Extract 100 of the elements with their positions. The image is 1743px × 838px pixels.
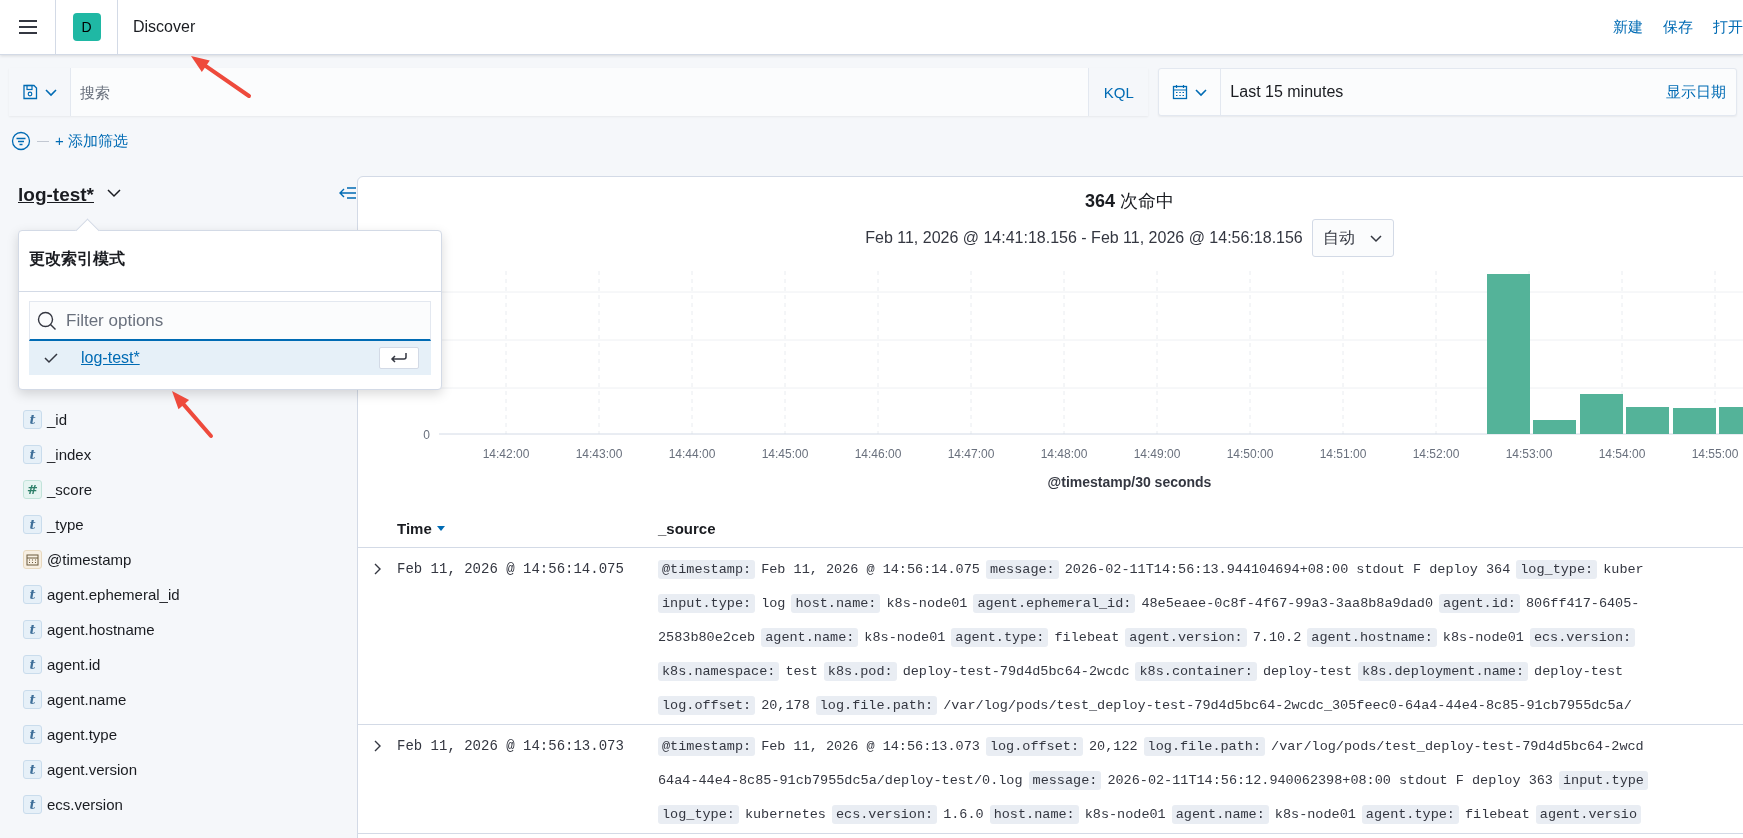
field-name[interactable]: @timestamp xyxy=(47,551,132,568)
field-value: k8s-node01 xyxy=(1084,806,1166,822)
field-name: agent.name: xyxy=(761,627,859,647)
field-type-icon: t xyxy=(23,725,42,744)
field-name: message: xyxy=(985,559,1059,579)
field-name: @timestamp: xyxy=(658,736,756,756)
field-name[interactable]: agent.type xyxy=(47,726,118,743)
time-range-value[interactable]: Last 15 minutes xyxy=(1221,69,1656,115)
field-name[interactable]: _id xyxy=(47,411,68,428)
field-name[interactable]: agent.ephemeral_id xyxy=(47,586,180,603)
field-value: 64a4-44e4-8c85-91cb7955dc5a/deploy-test/0.log xyxy=(658,772,1023,788)
field-name: message: xyxy=(1028,770,1102,790)
field-value: k8s-node01 xyxy=(1442,629,1524,645)
field-name: k8s.container: xyxy=(1135,661,1257,681)
field-name: agent.id: xyxy=(1439,593,1520,613)
pointer-arrow xyxy=(172,391,213,438)
field-type-icon: t xyxy=(23,410,42,429)
field-type-icon: t xyxy=(23,690,42,709)
field-name: agent.versio xyxy=(1535,804,1641,824)
axis-tick-label: 14:49:00 xyxy=(1133,447,1181,461)
axis-tick-label: 14:52:00 xyxy=(1412,447,1460,461)
field-name[interactable]: agent.version xyxy=(47,761,138,778)
field-name: ecs.version: xyxy=(1529,627,1636,647)
field-name: agent.version: xyxy=(1125,627,1247,647)
field-type-icon: t xyxy=(23,445,42,464)
filter-options-field[interactable]: Filter options xyxy=(29,301,431,341)
field-value: test xyxy=(785,663,818,679)
field-value: k8s-node01 xyxy=(1274,806,1356,822)
field-type-icon: t xyxy=(23,585,42,604)
column-header[interactable]: _source xyxy=(658,519,716,537)
axis-tick-label: 0 xyxy=(423,428,430,442)
axis-tick-label: 14:55:00 xyxy=(1691,447,1739,461)
field-type-icon: t xyxy=(23,515,42,534)
field-name[interactable]: agent.hostname xyxy=(47,621,155,638)
field-name: input.type xyxy=(1558,770,1648,790)
field-value: Feb 11, 2026 @ 14:56:14.075 xyxy=(761,561,980,577)
field-value: 2026-02-11T14:56:12.940062398+08:00 stdout F deploy 363 xyxy=(1107,772,1553,788)
field-value: 20,178 xyxy=(761,697,810,713)
header-link[interactable]: 新建 xyxy=(1613,17,1643,37)
field-name: k8s.pod: xyxy=(823,661,897,681)
field-name: log.offset: xyxy=(985,736,1083,756)
axis-tick-label: 14:50:00 xyxy=(1226,447,1274,461)
field-name: log_type: xyxy=(658,804,739,824)
field-value: 2583b80e2ceb xyxy=(658,629,756,645)
field-value: deploy-test xyxy=(1262,663,1353,679)
field-name[interactable]: _score xyxy=(47,481,93,498)
axis-tick-label: 14:45:00 xyxy=(761,447,809,461)
field-name: agent.name: xyxy=(1171,804,1269,824)
field-name[interactable]: agent.name xyxy=(47,691,127,708)
axis-tick-label: 14:42:00 xyxy=(482,447,530,461)
field-type-icon: t xyxy=(23,760,42,779)
axis-title: @timestamp/30 seconds xyxy=(1047,474,1212,490)
field-value: Feb 11, 2026 @ 14:56:13.073 xyxy=(761,738,980,754)
calendar-icon xyxy=(26,553,39,566)
search-icon xyxy=(37,311,57,331)
field-value: deploy-test xyxy=(1534,663,1624,679)
field-value: filebeat xyxy=(1054,629,1120,645)
index-pattern-option[interactable]: log-test* xyxy=(29,341,431,375)
axis-tick-label: 14:44:00 xyxy=(668,447,716,461)
show-dates-link[interactable]: 显示日期 xyxy=(1656,69,1736,115)
collapse-sidebar-icon[interactable] xyxy=(339,186,357,200)
header-link[interactable]: 打开 xyxy=(1713,17,1743,37)
field-name: host.name: xyxy=(791,593,881,613)
filter-icon[interactable] xyxy=(11,131,31,151)
time-range: Feb 11, 2026 @ 14:41:18.156 - Feb 11, 2026 @ 14:56:18.156 xyxy=(865,229,1303,247)
field-name: input.type: xyxy=(658,593,756,613)
field-name: k8s.deployment.name: xyxy=(1358,661,1529,681)
field-name: host.name: xyxy=(989,804,1079,824)
field-name: agent.hostname: xyxy=(1307,627,1437,647)
index-pattern-link[interactable]: log-test* xyxy=(18,184,94,206)
field-value: 2026-02-11T14:56:13.944104694+08:00 stdout F deploy 364 xyxy=(1064,561,1511,577)
field-name[interactable]: agent.id xyxy=(47,656,101,673)
field-name: log.file.path: xyxy=(815,695,938,715)
axis-tick-label: 14:54:00 xyxy=(1598,447,1646,461)
add-filter-link[interactable]: + 添加筛选 xyxy=(55,131,128,151)
column-header[interactable]: Time xyxy=(397,519,658,537)
field-name[interactable]: _type xyxy=(47,516,84,533)
field-name: log.offset: xyxy=(658,695,756,715)
field-value: k8s-node01 xyxy=(864,629,946,645)
axis-tick-label: 14:46:00 xyxy=(854,447,902,461)
language-button[interactable]: KQL xyxy=(1088,68,1149,116)
timestamp-cell: Feb 11, 2026 @ 14:56:14.075 xyxy=(397,561,624,577)
field-name: ecs.version: xyxy=(831,804,938,824)
header-link[interactable]: 保存 xyxy=(1663,17,1693,37)
chevron-right-icon xyxy=(372,562,383,576)
field-name[interactable]: _index xyxy=(47,446,92,463)
field-value: kubernetes xyxy=(744,806,826,822)
interval-select[interactable]: 自动 xyxy=(1311,219,1394,257)
field-value: 20,122 xyxy=(1089,738,1138,754)
app-badge[interactable]: D xyxy=(72,13,101,41)
search-field[interactable]: 搜索 xyxy=(71,68,1089,116)
field-name[interactable]: ecs.version xyxy=(47,796,123,813)
save-icon xyxy=(21,84,38,100)
field-name: log_type: xyxy=(1516,559,1598,579)
menu-icon xyxy=(17,19,38,35)
axis-tick-label: 14:47:00 xyxy=(947,447,995,461)
axis-tick-label: 14:43:00 xyxy=(575,447,623,461)
chevron-right-icon xyxy=(372,739,383,753)
field-type-icon: t xyxy=(23,655,42,674)
field-value: /var/log/pods/test_deploy-test-79d4d5bc64-2wcd xyxy=(1271,738,1644,754)
